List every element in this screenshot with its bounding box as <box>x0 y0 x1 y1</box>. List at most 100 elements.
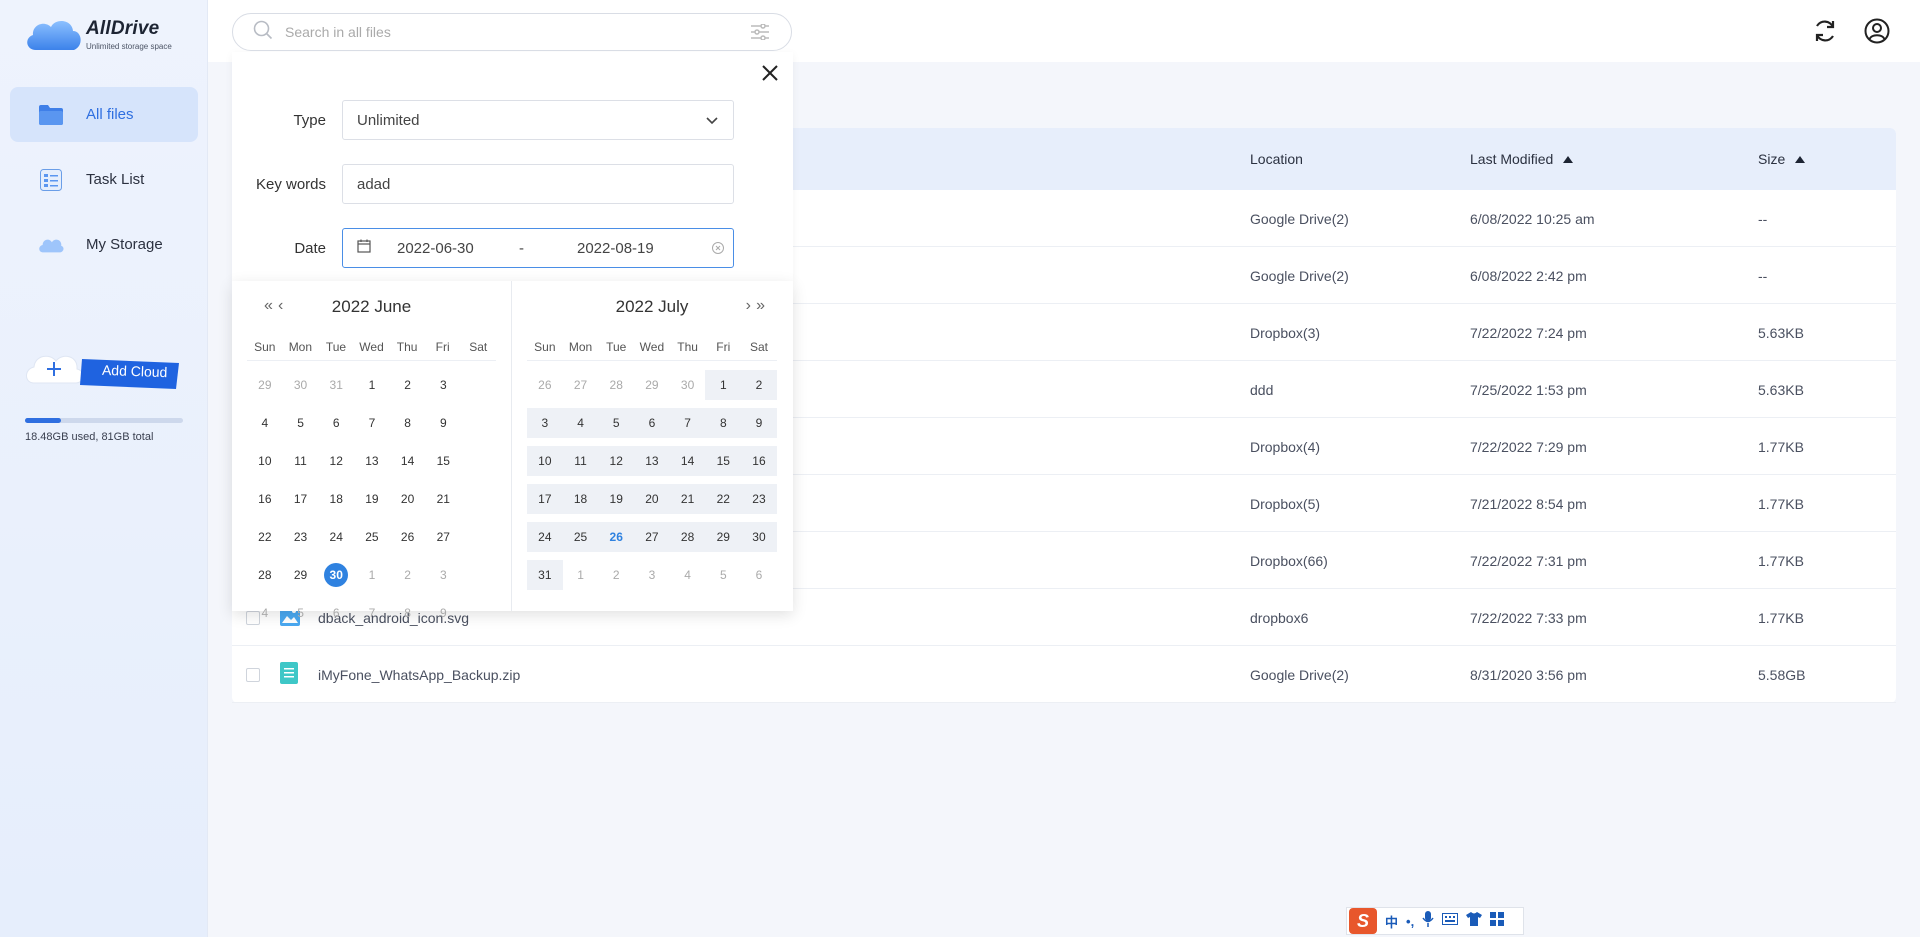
calendar-day[interactable]: 6 <box>741 556 777 594</box>
calendar-day[interactable]: 19 <box>598 484 635 514</box>
calendar-day[interactable]: 27 <box>563 366 599 404</box>
calendar-day[interactable]: 2 <box>598 556 634 594</box>
row-checkbox[interactable] <box>246 667 260 682</box>
calendar-day[interactable]: 16 <box>247 480 283 518</box>
calendar-day[interactable]: 25 <box>562 522 599 552</box>
prev-year-icon[interactable]: « <box>264 297 273 315</box>
type-select[interactable]: Unlimited <box>342 100 734 140</box>
app-logo[interactable]: AllDrive Unlimited storage space <box>24 14 172 54</box>
calendar-day[interactable]: 1 <box>705 370 742 400</box>
keywords-input[interactable]: adad <box>342 164 734 204</box>
calendar-day[interactable]: 16 <box>741 446 777 476</box>
calendar-day[interactable]: 2 <box>390 366 426 404</box>
calendar-day[interactable]: 25 <box>354 518 390 556</box>
calendar-day[interactable]: 14 <box>390 442 426 480</box>
calendar-day[interactable]: 9 <box>425 594 461 632</box>
ime-language-toggle[interactable]: 中 <box>1385 912 1398 931</box>
calendar-day[interactable]: 7 <box>669 408 706 438</box>
sidebar-item-task-list[interactable]: Task List <box>10 152 198 207</box>
calendar-day[interactable]: 28 <box>598 366 634 404</box>
calendar-day[interactable]: 29 <box>705 522 742 552</box>
calendar-day[interactable]: 6 <box>318 594 354 632</box>
calendar-day[interactable]: 12 <box>598 446 635 476</box>
calendar-day[interactable]: 14 <box>669 446 706 476</box>
calendar-day[interactable]: 21 <box>425 480 461 518</box>
calendar-day[interactable]: 2 <box>741 370 777 400</box>
calendar-day[interactable]: 13 <box>634 446 670 476</box>
column-header-last-modified[interactable]: Last Modified <box>1470 151 1574 167</box>
calendar-day[interactable]: 6 <box>318 404 354 442</box>
calendar-day[interactable]: 24 <box>527 522 563 552</box>
date-range-picker[interactable]: 2022-06-30 - 2022-08-19 <box>342 228 734 268</box>
calendar-day[interactable]: 27 <box>634 522 670 552</box>
calendar-day[interactable]: 7 <box>354 594 390 632</box>
date-start-value[interactable]: 2022-06-30 <box>397 240 519 257</box>
calendar-day[interactable]: 18 <box>562 484 599 514</box>
calendar-day[interactable]: 31 <box>527 560 563 590</box>
file-name[interactable]: iMyFone_WhatsApp_Backup.zip <box>318 667 520 683</box>
skin-shirt-icon[interactable] <box>1466 911 1483 931</box>
calendar-day[interactable]: 19 <box>354 480 390 518</box>
calendar-day[interactable]: 15 <box>705 446 742 476</box>
calendar-day[interactable]: 9 <box>425 404 461 442</box>
calendar-day[interactable]: 26 <box>527 366 563 404</box>
next-month-icon[interactable]: › <box>746 297 752 315</box>
calendar-day[interactable]: 4 <box>247 594 283 632</box>
ime-punctuation-toggle[interactable]: •, <box>1406 914 1414 929</box>
calendar-day[interactable]: 21 <box>669 484 706 514</box>
calendar-day[interactable]: 29 <box>634 366 670 404</box>
microphone-icon[interactable] <box>1422 910 1434 932</box>
calendar-day[interactable]: 9 <box>741 408 777 438</box>
calendar-day[interactable]: 23 <box>283 518 319 556</box>
calendar-day[interactable]: 26 <box>390 518 426 556</box>
table-row[interactable]: iMyFone_WhatsApp_Backup.zip Google Drive(… <box>232 646 1896 703</box>
calendar-day[interactable]: 1 <box>354 366 390 404</box>
search-input[interactable] <box>285 24 715 40</box>
column-header-location[interactable]: Location <box>1250 151 1303 167</box>
calendar-day[interactable]: 12 <box>318 442 354 480</box>
filter-settings-icon[interactable] <box>751 23 769 45</box>
calendar-day[interactable]: 28 <box>247 556 283 594</box>
clear-date-icon[interactable] <box>711 241 725 259</box>
calendar-day[interactable]: 15 <box>425 442 461 480</box>
calendar-day[interactable]: 27 <box>425 518 461 556</box>
calendar-day[interactable]: 30 <box>741 522 777 552</box>
calendar-day[interactable]: 29 <box>247 366 283 404</box>
calendar-day[interactable]: 11 <box>283 442 319 480</box>
calendar-day[interactable]: 4 <box>670 556 706 594</box>
calendar-day[interactable]: 5 <box>598 408 635 438</box>
calendar-day[interactable]: 17 <box>527 484 563 514</box>
calendar-day[interactable]: 2 <box>390 556 426 594</box>
calendar-day[interactable]: 13 <box>354 442 390 480</box>
calendar-day[interactable]: 10 <box>527 446 563 476</box>
calendar-day[interactable]: 11 <box>562 446 599 476</box>
calendar-day[interactable]: 8 <box>705 408 742 438</box>
calendar-day[interactable]: 17 <box>283 480 319 518</box>
user-avatar-icon[interactable] <box>1864 18 1890 49</box>
date-end-value[interactable]: 2022-08-19 <box>577 240 654 257</box>
calendar-day[interactable]: 1 <box>563 556 599 594</box>
calendar-day[interactable]: 3 <box>527 408 563 438</box>
calendar-day[interactable]: 4 <box>562 408 599 438</box>
calendar-day[interactable]: 30 <box>318 556 354 594</box>
sidebar-item-all-files[interactable]: All files <box>10 87 198 142</box>
ime-logo-icon[interactable]: S <box>1349 908 1377 934</box>
calendar-day[interactable]: 23 <box>741 484 777 514</box>
calendar-day[interactable]: 1 <box>354 556 390 594</box>
apps-grid-icon[interactable] <box>1490 911 1505 931</box>
calendar-day[interactable]: 4 <box>247 404 283 442</box>
prev-month-icon[interactable]: ‹ <box>278 297 284 315</box>
calendar-day[interactable]: 8 <box>390 404 426 442</box>
keyboard-icon[interactable] <box>1442 912 1459 930</box>
add-cloud-button[interactable]: Add Cloud <box>24 345 184 395</box>
sidebar-item-my-storage[interactable]: My Storage <box>10 217 198 272</box>
sync-icon[interactable] <box>1812 18 1838 49</box>
next-year-icon[interactable]: » <box>756 297 765 315</box>
calendar-day[interactable]: 30 <box>670 366 706 404</box>
calendar-day[interactable]: 3 <box>425 366 461 404</box>
calendar-day[interactable]: 8 <box>390 594 426 632</box>
calendar-day[interactable]: 5 <box>283 594 319 632</box>
calendar-day[interactable]: 3 <box>425 556 461 594</box>
calendar-day[interactable]: 31 <box>318 366 354 404</box>
column-header-size[interactable]: Size <box>1758 151 1806 167</box>
